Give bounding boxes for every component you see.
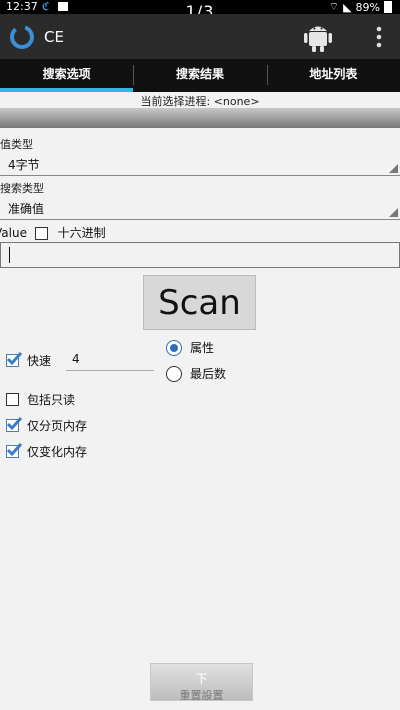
tab-address-list[interactable]: 地址列表 (266, 59, 400, 92)
radio-attribute[interactable] (166, 339, 182, 356)
android-icon[interactable] (304, 22, 332, 52)
include-readonly-label: 包括只读 (27, 393, 76, 407)
value-type-selected: 4字节 (8, 158, 40, 172)
radio-last-value[interactable] (166, 365, 182, 382)
checkmark-icon (6, 351, 22, 366)
fast-label: 快速 (27, 354, 52, 368)
checkmark-icon (6, 416, 22, 431)
value-label: Value (0, 226, 27, 240)
fast-value-input[interactable]: 4 (66, 350, 154, 371)
value-type-select[interactable]: 4字节 (0, 152, 400, 176)
reset-button-sub: 重置設置 (179, 689, 224, 702)
text-cursor (9, 247, 10, 263)
reset-button-label: 下 (195, 672, 208, 686)
dropdown-arrow-icon (389, 208, 398, 217)
scan-button[interactable]: Scan (143, 275, 256, 330)
value-type-label: 值类型 (0, 138, 33, 151)
search-type-select[interactable]: 准确值 (0, 196, 400, 220)
changed-memory-label: 仅变化内存 (27, 445, 88, 459)
process-select-bar[interactable] (0, 108, 400, 128)
tab-search-options[interactable]: 搜索选项 (0, 59, 134, 92)
dropdown-arrow-icon (389, 164, 398, 173)
value-row: Value 十六进制 (0, 224, 106, 241)
changed-memory-checkbox[interactable] (6, 442, 22, 458)
changed-memory-option: 仅变化内存 (6, 442, 88, 460)
paged-memory-option: 仅分页内存 (6, 416, 88, 434)
current-process-label: 当前选择进程: <none> (140, 95, 260, 108)
app-logo-icon (10, 25, 34, 49)
overflow-menu-icon[interactable] (376, 26, 382, 48)
fast-option: 快速 (6, 351, 52, 369)
hex-label: 十六进制 (57, 226, 106, 240)
include-readonly-checkbox[interactable] (6, 393, 19, 406)
app-title: CE (44, 28, 64, 46)
radio-attribute-label: 属性 (190, 341, 215, 355)
fast-value: 4 (72, 352, 80, 366)
tab-bar: 搜索选项 搜索结果 地址列表 (0, 59, 400, 92)
radio-last-value-label: 最后数 (190, 367, 227, 381)
search-type-selected: 准确值 (8, 202, 45, 216)
fast-checkbox[interactable] (6, 351, 22, 367)
radio-option-last-value[interactable]: 最后数 (166, 365, 226, 382)
tab-search-results[interactable]: 搜索结果 (133, 59, 266, 92)
watermark (238, 682, 298, 704)
paged-memory-checkbox[interactable] (6, 416, 22, 432)
value-input[interactable] (0, 242, 400, 268)
paged-memory-label: 仅分页内存 (27, 419, 88, 433)
search-type-label: 搜索类型 (0, 182, 44, 195)
include-readonly-option: 包括只读 (6, 391, 75, 408)
checkmark-icon (6, 442, 22, 457)
hex-checkbox[interactable] (34, 227, 48, 240)
action-bar: CE (0, 14, 400, 59)
radio-option-attribute[interactable]: 属性 (166, 339, 214, 356)
